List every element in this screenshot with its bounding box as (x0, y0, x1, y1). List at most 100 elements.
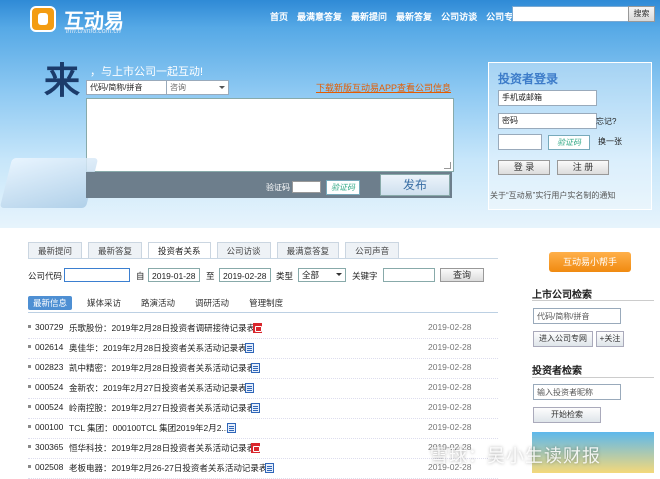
list-item[interactable]: 002508 老板电器：2019年2月26-27日投资者关系活动记录表 2019… (28, 458, 498, 479)
subtab-roadshow[interactable]: 路演活动 (136, 296, 180, 310)
login-captcha-input[interactable] (498, 134, 542, 150)
tab-best-answers[interactable]: 最满意答复 (276, 242, 340, 259)
list-item-title[interactable]: 老板电器：2019年2月26-27日投资者关系活动记录表 (69, 462, 274, 474)
company-code-input[interactable] (64, 268, 130, 282)
list-item-code: 002508 (35, 462, 64, 472)
company-search-divider (532, 300, 654, 301)
list-item[interactable]: 300729 乐歌股份：2019年2月28日投资者调研接待记录表 2019-02… (28, 318, 498, 339)
doc-icon (265, 463, 274, 473)
sub-tabs: 最新信息 媒体采访 路演活动 调研活动 管理制度 (28, 296, 288, 310)
list-item-title[interactable]: 乐歌股份：2019年2月28日投资者调研接待记录表 (69, 322, 262, 334)
enter-company-button[interactable]: 进入公司专网 (533, 331, 593, 347)
nav-interviews[interactable]: 公司访谈 (441, 10, 477, 23)
keyword-input[interactable] (383, 268, 435, 282)
real-name-notice-link[interactable]: 关于“互动易”实行用户实名制的通知 (490, 190, 615, 201)
logo-subtitle: irm.cninfo.com.cn (66, 28, 121, 35)
subtab-latest[interactable]: 最新信息 (28, 296, 73, 310)
nav-latest-answers[interactable]: 最新答复 (396, 10, 432, 23)
list-item-date: 2019-02-28 (428, 422, 472, 432)
list-item[interactable]: 300365 恒华科技：2019年2月28日投资者关系活动记录表 2019-02… (28, 438, 498, 459)
bullet-icon (28, 405, 31, 408)
helper-button[interactable]: 互动易小帮手 (549, 252, 631, 272)
search-input[interactable] (512, 6, 630, 22)
sidebar-company-input[interactable]: 代码/简称/拼音 (533, 308, 621, 324)
query-button[interactable]: 查询 (440, 268, 484, 282)
login-button[interactable]: 登 录 (498, 160, 550, 175)
list-item[interactable]: 000524 金新农：2019年2月27日投资者关系活动记录表 2019-02-… (28, 378, 498, 399)
register-button[interactable]: 注 册 (557, 160, 609, 175)
slogan-big-char: 来 (44, 60, 81, 102)
list-item[interactable]: 000524 岭南控股：2019年2月27日投资者关系活动记录表 2019-02… (28, 398, 498, 419)
bullet-icon (28, 385, 31, 388)
login-title: 投资者登录 (498, 72, 559, 86)
bullet-icon (28, 465, 31, 468)
list-item-title[interactable]: 金新农：2019年2月27日投资者关系活动记录表 (69, 382, 254, 394)
list-item-code: 002614 (35, 342, 64, 352)
company-search-title: 上市公司检索 (532, 290, 592, 301)
investor-name-input[interactable]: 输入投资者昵称 (533, 384, 621, 400)
doc-icon (251, 363, 260, 373)
list-item-title[interactable]: TCL 集团：000100TCL 集团2019年2月2... (69, 422, 236, 434)
list-item-date: 2019-02-28 (428, 382, 472, 392)
bullet-icon (28, 425, 31, 428)
list-item[interactable]: 002614 奥佳华：2019年2月28日投资者关系活动记录表 2019-02-… (28, 338, 498, 359)
subtab-rules[interactable]: 管理制度 (244, 296, 288, 310)
site-logo[interactable]: 互动易 irm.cninfo.com.cn (30, 4, 160, 35)
app-download-link[interactable]: 下载新版互动易APP查看公司信息 (316, 81, 451, 94)
start-search-button[interactable]: 开始检索 (533, 407, 601, 423)
list-item-date: 2019-02-28 (428, 322, 472, 332)
from-label: 自 (136, 271, 145, 281)
captcha-image[interactable]: 验证码 (326, 180, 360, 195)
account-input[interactable]: 手机或邮箱 (498, 90, 597, 106)
ask-company-input[interactable]: 代码/简称/拼音 (86, 80, 167, 95)
to-label: 至 (206, 271, 215, 281)
forgot-password-link[interactable]: 忘记? (596, 116, 616, 127)
to-date-input[interactable]: 2019-02-28 (219, 268, 271, 282)
list-item[interactable]: 000100 TCL 集团：000100TCL 集团2019年2月2... 20… (28, 418, 498, 439)
pdf-icon (251, 443, 260, 453)
tab-latest-questions[interactable]: 最新提问 (28, 242, 83, 259)
main-tabs: 最新提问 最新答复 投资者关系 公司访谈 最满意答复 公司声音 (28, 242, 400, 259)
refresh-captcha-link[interactable]: 换一张 (598, 136, 622, 147)
password-input[interactable]: 密码 (498, 113, 597, 129)
type-label: 类型 (276, 271, 294, 281)
list-item-title[interactable]: 凯中精密：2019年2月28日投资者关系活动记录表 (69, 362, 260, 374)
doc-icon (251, 403, 260, 413)
tab-interviews[interactable]: 公司访谈 (216, 242, 271, 259)
follow-button[interactable]: +关注 (596, 331, 624, 347)
tab-latest-answers[interactable]: 最新答复 (88, 242, 143, 259)
bullet-icon (28, 325, 31, 328)
nav-latest-questions[interactable]: 最新提问 (351, 10, 387, 23)
list-item-code: 300365 (35, 442, 64, 452)
nav-best-answers[interactable]: 最满意答复 (297, 10, 342, 23)
list-item[interactable]: 002823 凯中精密：2019年2月28日投资者关系活动记录表 2019-02… (28, 358, 498, 379)
pdf-icon (253, 323, 262, 333)
doc-icon (245, 383, 254, 393)
subtab-research[interactable]: 调研活动 (190, 296, 234, 310)
nav-home[interactable]: 首页 (270, 10, 288, 23)
ask-type-select[interactable]: 咨询 (166, 80, 229, 95)
doc-icon (245, 343, 254, 353)
subtabs-divider (28, 312, 498, 313)
keyboard-illustration (0, 158, 99, 208)
login-captcha-image[interactable]: 验证码 (548, 135, 590, 150)
list-item-title[interactable]: 奥佳华：2019年2月28日投资者关系活动记录表 (69, 342, 254, 354)
type-select[interactable]: 全部 (298, 268, 346, 282)
doc-icon (227, 423, 236, 433)
tab-investor-relations[interactable]: 投资者关系 (148, 242, 211, 259)
list-item-code: 000524 (35, 402, 64, 412)
list-item-code: 000100 (35, 422, 64, 432)
investor-search-divider (532, 377, 654, 378)
investor-search-title: 投资者检索 (532, 366, 582, 377)
list-item-title[interactable]: 恒华科技：2019年2月28日投资者关系活动记录表 (69, 442, 260, 454)
list-item-date: 2019-02-28 (428, 342, 472, 352)
tab-company-voice[interactable]: 公司声音 (345, 242, 400, 259)
subtab-media[interactable]: 媒体采访 (82, 296, 126, 310)
question-textarea[interactable] (86, 98, 454, 172)
captcha-input[interactable] (292, 181, 321, 193)
search-button[interactable]: 搜索 (628, 6, 655, 22)
list-item-title[interactable]: 岭南控股：2019年2月27日投资者关系活动记录表 (69, 402, 260, 414)
publish-button[interactable]: 发布 (380, 174, 450, 196)
top-nav: 首页 最满意答复 最新提问 最新答复 公司访谈 公司专网列表 (270, 10, 540, 23)
from-date-input[interactable]: 2019-01-28 (148, 268, 200, 282)
